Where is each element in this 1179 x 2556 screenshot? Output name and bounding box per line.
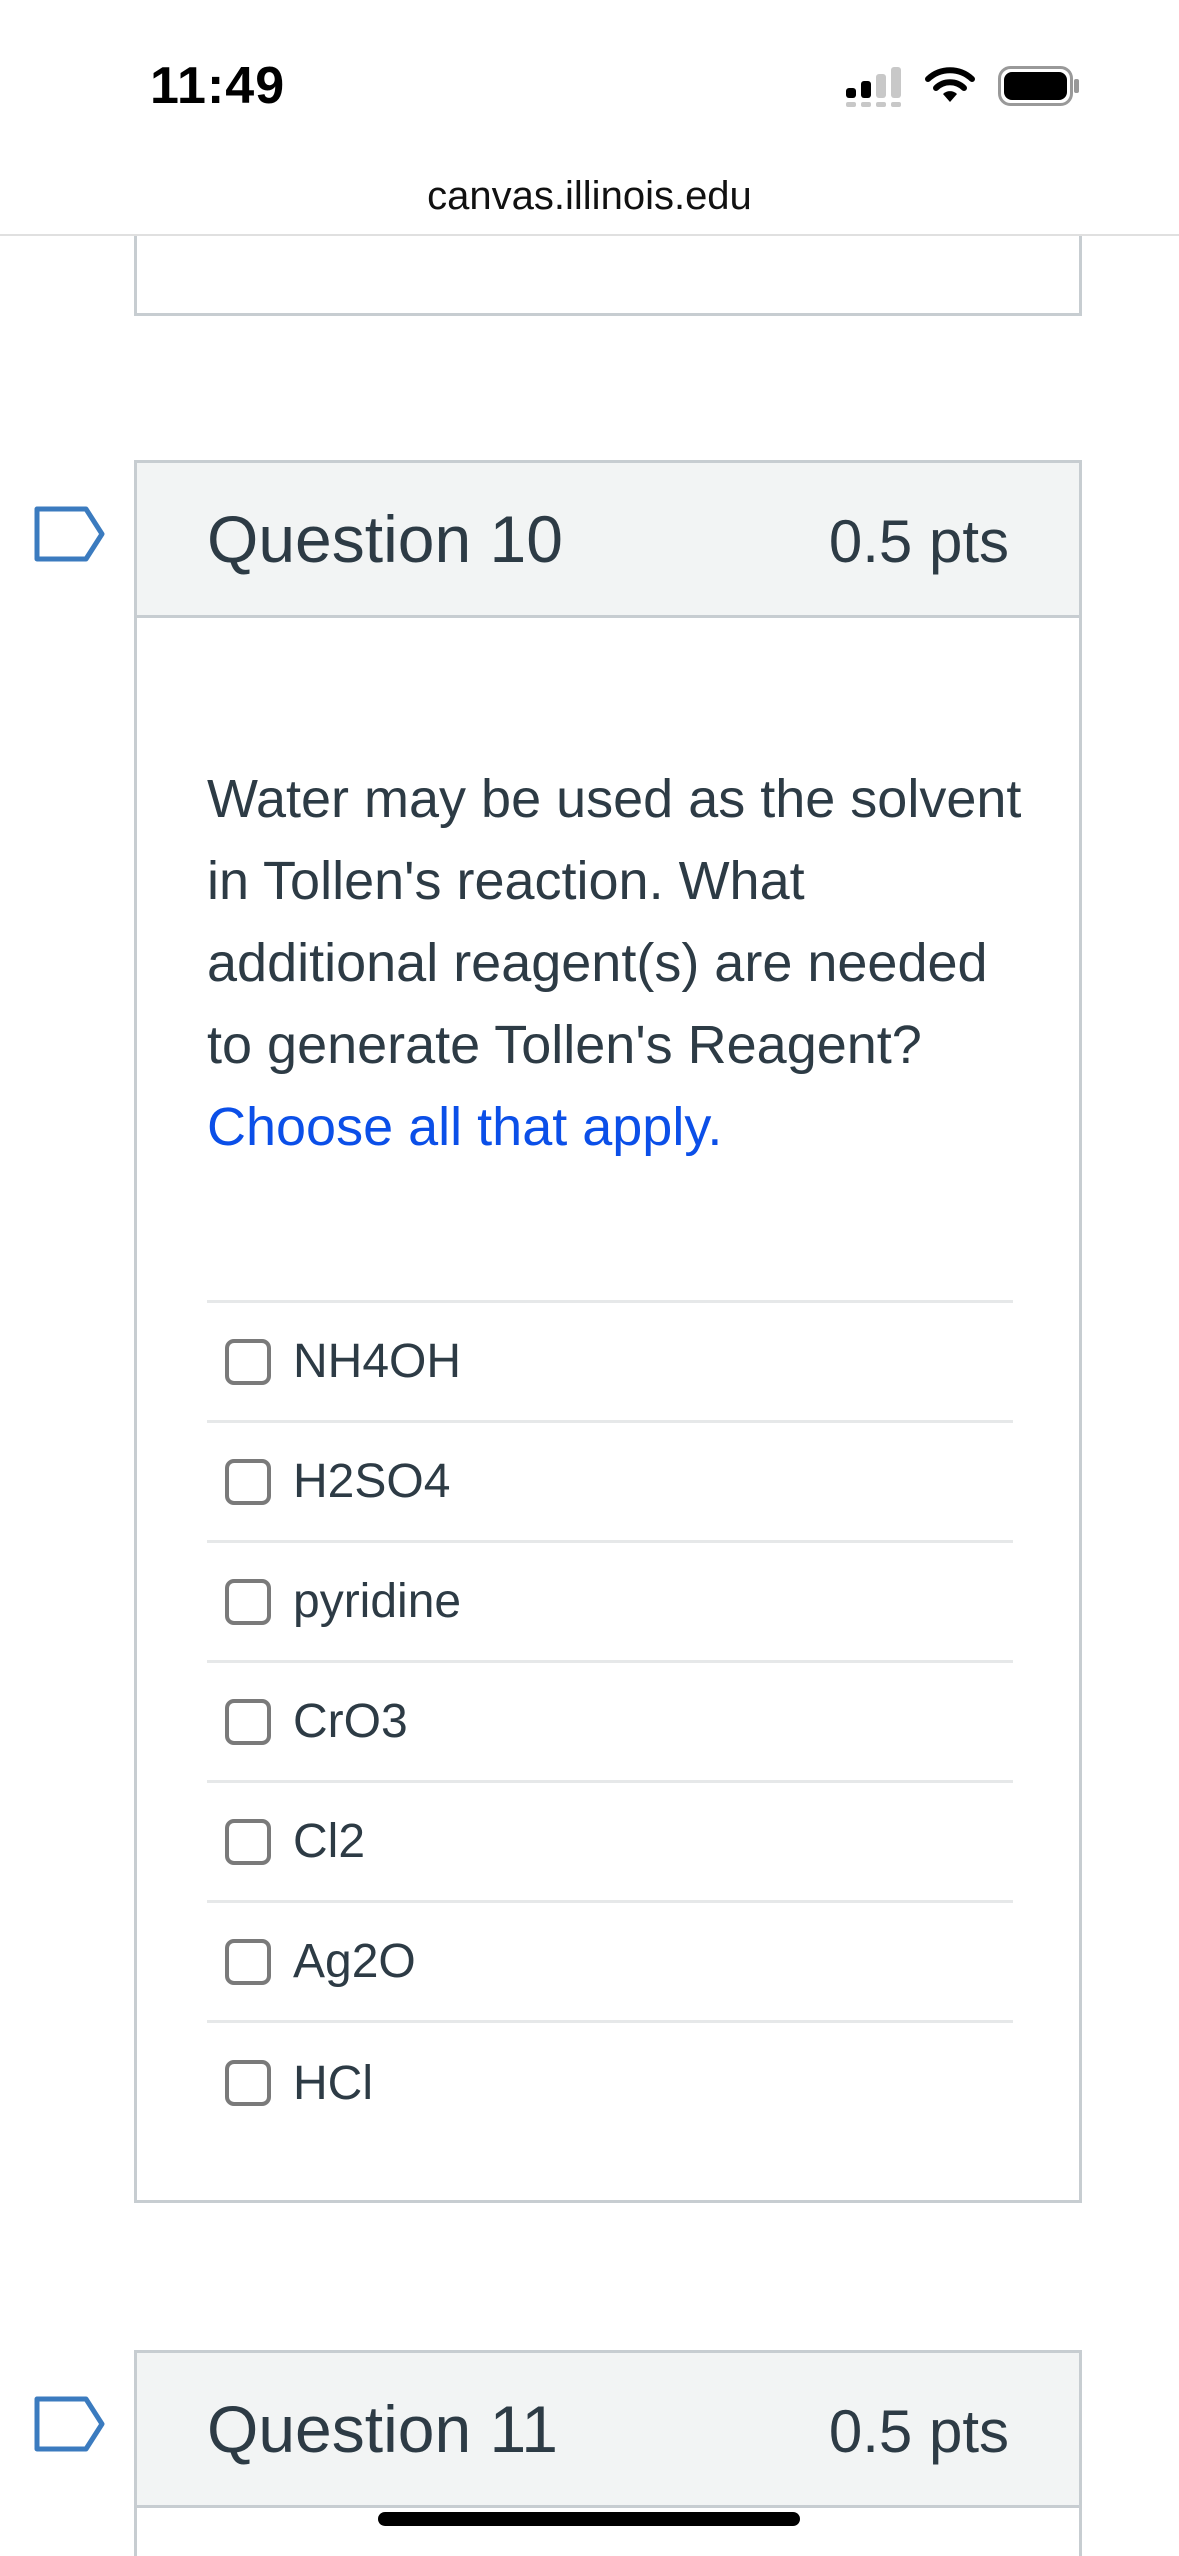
previous-question-card <box>134 236 1082 316</box>
answer-option[interactable]: CrO3 <box>207 1663 1013 1783</box>
answer-option[interactable]: H2SO4 <box>207 1423 1013 1543</box>
answer-checkbox[interactable] <box>225 2060 271 2106</box>
url-text: canvas.illinois.edu <box>427 174 752 218</box>
question-text: Water may be used as the solvent in Toll… <box>207 758 1027 1168</box>
status-bar: 11:49 <box>0 0 1179 170</box>
answer-option[interactable]: pyridine <box>207 1543 1013 1663</box>
answer-label: Ag2O <box>293 1935 416 1988</box>
answer-checkbox[interactable] <box>225 1818 271 1865</box>
answer-option[interactable]: Ag2O <box>207 1903 1013 2023</box>
question-card: Question 10 0.5 pts Water may be used as… <box>134 460 1082 2203</box>
choose-all-instruction: Choose all that apply. <box>207 1097 723 1157</box>
answer-list: NH4OH H2SO4 pyridine CrO3 Cl2 Ag2O HCl <box>207 1300 1013 2143</box>
question-title: Question 10 <box>207 502 563 576</box>
question-header: Question 11 0.5 pts <box>137 2353 1079 2508</box>
flag-question-icon[interactable] <box>34 2396 106 2452</box>
answer-checkbox[interactable] <box>225 1698 271 1745</box>
question-prompt: Water may be used as the solvent in Toll… <box>207 769 1022 1075</box>
question-body: Water may be used as the solvent in Toll… <box>137 618 1079 2200</box>
flag-question-icon[interactable] <box>34 506 106 562</box>
status-time: 11:49 <box>150 57 286 115</box>
answer-label: H2SO4 <box>293 1455 451 1508</box>
question-points: 0.5 pts <box>828 508 1009 575</box>
answer-label: pyridine <box>293 1575 462 1628</box>
answer-label: NH4OH <box>293 1335 462 1388</box>
answer-checkbox[interactable] <box>225 1338 271 1385</box>
cellular-signal-icon <box>846 67 901 107</box>
answer-option[interactable]: HCl <box>207 2023 1013 2143</box>
battery-icon <box>998 66 1079 106</box>
question-header: Question 10 0.5 pts <box>137 463 1079 618</box>
address-bar[interactable]: canvas.illinois.edu <box>0 160 1179 236</box>
question-points: 0.5 pts <box>828 2398 1009 2465</box>
answer-checkbox[interactable] <box>225 1578 271 1625</box>
answer-option[interactable]: Cl2 <box>207 1783 1013 1903</box>
wifi-icon <box>925 67 975 102</box>
answer-label: CrO3 <box>293 1695 408 1748</box>
answer-option[interactable]: NH4OH <box>207 1303 1013 1423</box>
home-indicator[interactable] <box>378 2512 800 2526</box>
answer-checkbox[interactable] <box>225 1938 271 1985</box>
answer-label: Cl2 <box>293 1815 366 1868</box>
answer-label: HCl <box>293 2056 373 2110</box>
answer-checkbox[interactable] <box>225 1458 271 1505</box>
question-title: Question 11 <box>207 2392 559 2466</box>
